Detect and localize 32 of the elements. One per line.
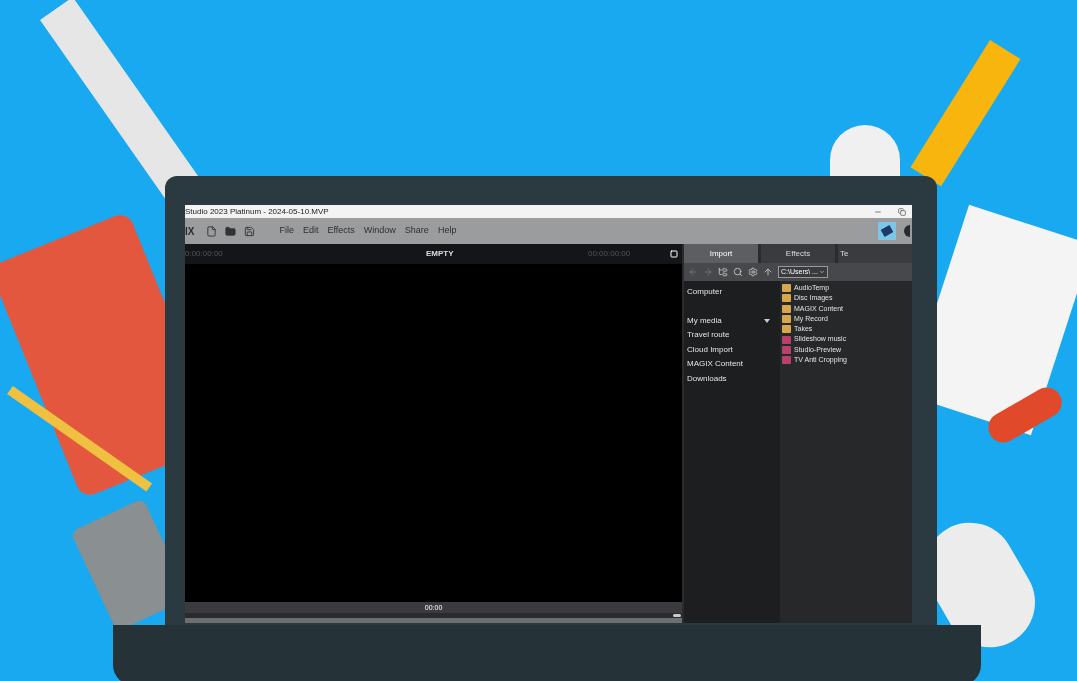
save-icon[interactable] — [244, 225, 256, 237]
search-icon[interactable] — [733, 267, 743, 277]
tab[interactable]: Effects — [761, 244, 835, 263]
tab[interactable]: Te — [838, 244, 912, 263]
menu-item[interactable]: Share — [404, 224, 429, 238]
tree-icon[interactable] — [718, 267, 728, 277]
tab[interactable]: Import — [684, 244, 758, 263]
menu-item[interactable]: Edit — [302, 224, 319, 238]
sidebar-item[interactable]: Downloads — [687, 371, 770, 386]
up-icon[interactable] — [763, 267, 773, 277]
dropdown-caret-icon[interactable] — [764, 318, 770, 323]
sidebar-item[interactable]: My media — [687, 313, 770, 328]
menu-item[interactable]: Window — [363, 224, 396, 238]
wizard-button[interactable] — [878, 222, 896, 240]
menu-item[interactable]: Effects — [327, 224, 355, 238]
preview-title: EMPTY — [426, 248, 454, 260]
stop-icon[interactable] — [670, 250, 679, 258]
scrub-handle[interactable] — [673, 614, 682, 617]
folder-icon[interactable] — [225, 225, 237, 237]
window-title: Studio 2023 Platinum - 2024-05-10.MVP — [185, 207, 329, 216]
caret-icon — [818, 269, 825, 275]
settings-icon[interactable] — [748, 267, 758, 277]
menu-item[interactable]: File — [279, 224, 294, 238]
sidebar-item[interactable]: Cloud Import — [687, 342, 770, 357]
sidebar-item[interactable]: Computer — [687, 285, 770, 300]
menu-item[interactable]: Help — [437, 224, 457, 238]
restore-icon[interactable] — [898, 207, 906, 216]
app-logo: IX — [185, 224, 195, 239]
new-file-icon[interactable] — [206, 225, 218, 237]
sidebar-item[interactable]: MAGIX Content — [687, 357, 770, 372]
scrub-track[interactable] — [185, 613, 683, 618]
sidebar-item[interactable]: Travel route — [687, 328, 770, 343]
